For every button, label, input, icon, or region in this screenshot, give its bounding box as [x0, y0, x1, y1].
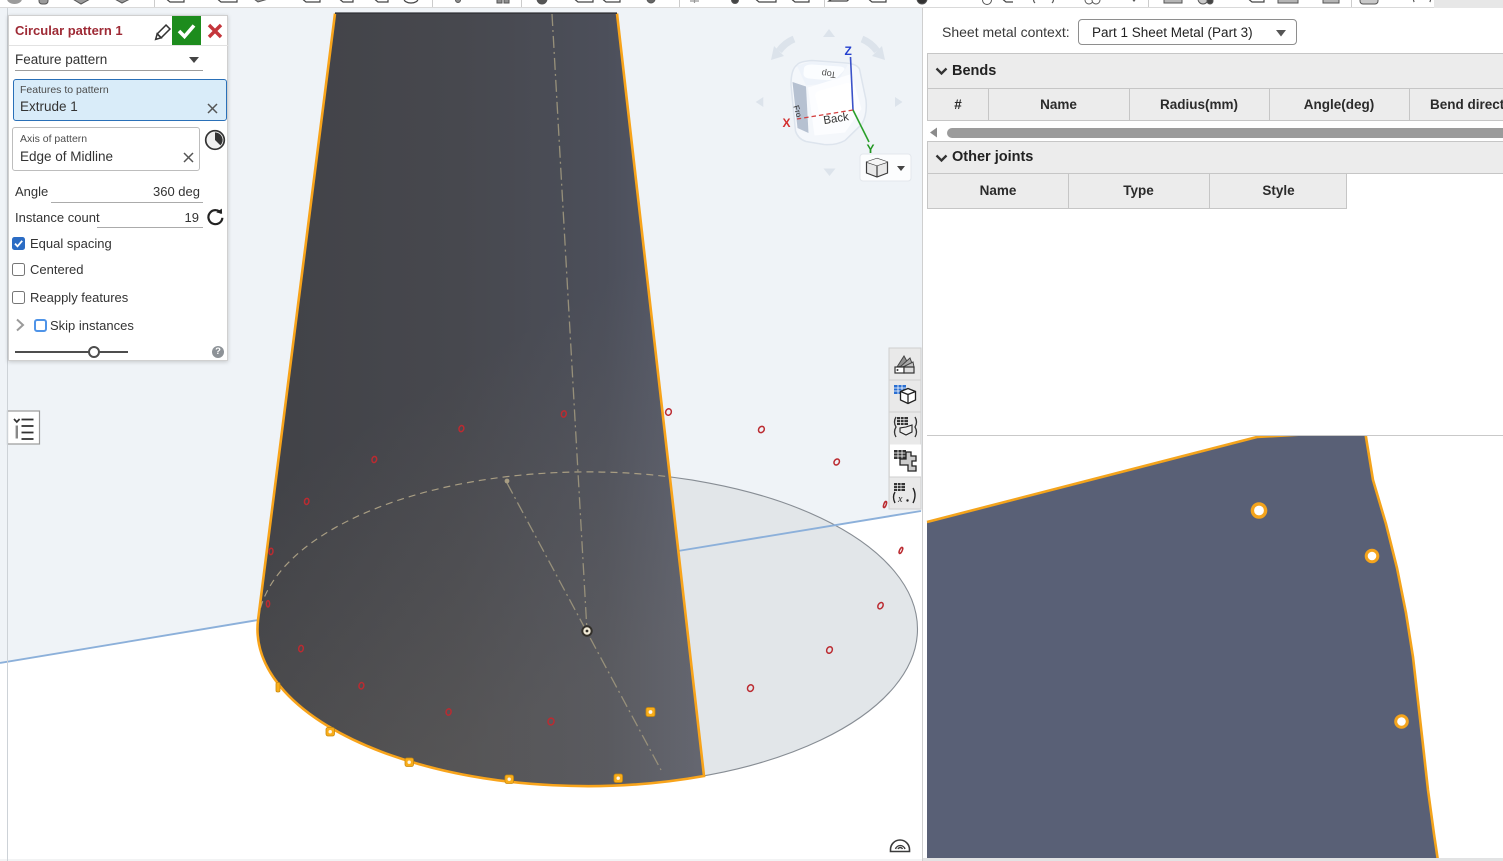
- svg-text:Z: Z: [845, 44, 852, 58]
- svg-text:Top: Top: [821, 68, 837, 80]
- svg-text:x: x: [897, 494, 903, 505]
- svg-text:X: X: [783, 116, 791, 130]
